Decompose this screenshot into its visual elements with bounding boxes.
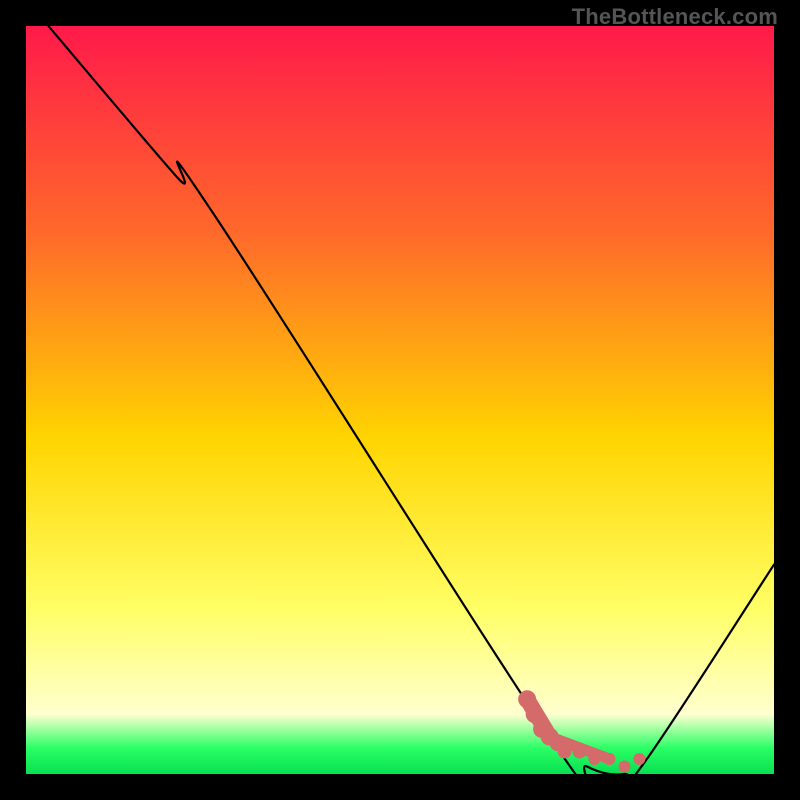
chart-svg — [26, 26, 774, 774]
overlay-dot — [633, 753, 645, 765]
overlay-dot — [603, 753, 615, 765]
overlay-dot — [588, 753, 600, 765]
chart-frame: TheBottleneck.com — [0, 0, 800, 800]
overlay-dot — [618, 761, 630, 773]
plot-area — [26, 26, 774, 774]
gradient-background — [26, 26, 774, 774]
overlay-dot — [558, 745, 572, 759]
overlay-dot — [573, 745, 587, 759]
